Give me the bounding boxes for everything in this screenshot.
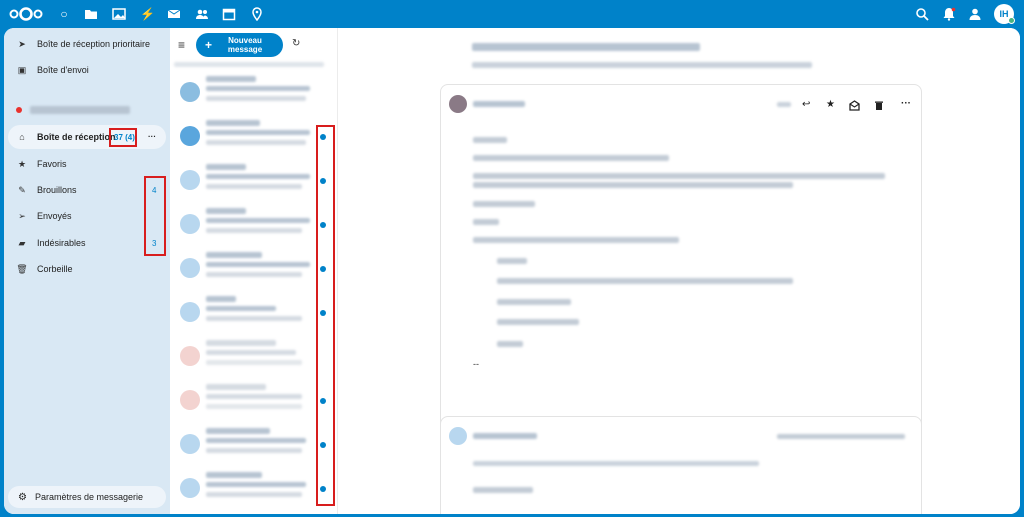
message-row[interactable] xyxy=(170,466,332,510)
message-row[interactable] xyxy=(170,290,332,334)
message-thread-card xyxy=(440,416,922,514)
sender-avatar xyxy=(180,126,200,146)
dashboard-icon[interactable]: ○ xyxy=(57,7,71,21)
highlight-box-folder-counts xyxy=(144,176,166,256)
signature-separator: -- xyxy=(473,359,479,369)
delete-icon[interactable] xyxy=(874,100,884,111)
message-thread-card: ↩ ★ ··· -- xyxy=(440,84,922,434)
highlight-box-inbox-count xyxy=(109,128,137,147)
message-row[interactable] xyxy=(170,70,332,114)
nav-item-favorites[interactable]: ★ Favoris xyxy=(8,152,166,176)
nav-item-label: Brouillons xyxy=(37,185,77,195)
notifications-bell-icon[interactable] xyxy=(942,7,956,21)
nav-item-inbox[interactable]: ⌂ Boîte de réception xyxy=(8,125,166,149)
nav-item-junk[interactable]: ▰ Indésirables xyxy=(8,231,166,255)
plus-icon: + xyxy=(205,38,213,52)
nav-item-label: Boîte d'envoi xyxy=(37,65,89,75)
highlight-box-unread-dots xyxy=(316,125,335,506)
star-icon: ★ xyxy=(17,158,27,169)
calendar-icon[interactable] xyxy=(222,7,236,21)
mark-unread-icon[interactable] xyxy=(849,100,860,111)
message-actions-blurred xyxy=(777,434,905,439)
sender-avatar xyxy=(180,170,200,190)
message-row[interactable] xyxy=(170,422,332,466)
hamburger-menu-icon[interactable]: ≡ xyxy=(178,38,185,52)
sender-avatar xyxy=(180,258,200,278)
nav-item-label: Corbeille xyxy=(37,264,73,274)
online-status-indicator xyxy=(1008,17,1015,24)
sender-name-blurred xyxy=(473,101,525,107)
home-icon: ⌂ xyxy=(19,132,25,142)
mail-navigation: ➤ Boîte de réception prioritaire ▣ Boîte… xyxy=(4,28,170,514)
account-color-dot xyxy=(16,107,22,113)
folder-icon: ▰ xyxy=(18,237,26,248)
top-bar: ○ ⚡ IH xyxy=(0,0,1024,28)
message-row[interactable] xyxy=(170,246,332,290)
more-actions-icon[interactable]: ··· xyxy=(901,98,911,109)
nav-item-label: Boîte de réception xyxy=(37,132,116,142)
sender-avatar xyxy=(180,302,200,322)
photos-icon[interactable] xyxy=(112,7,126,21)
sender-avatar xyxy=(180,214,200,234)
message-row[interactable] xyxy=(170,334,332,378)
sender-avatar xyxy=(180,434,200,454)
account-email-blurred[interactable] xyxy=(30,106,130,114)
sender-avatar xyxy=(449,427,467,445)
send-icon: ➢ xyxy=(18,210,26,221)
sender-avatar xyxy=(180,346,200,366)
contacts-menu-icon[interactable] xyxy=(968,7,982,21)
pencil-icon: ✎ xyxy=(18,184,26,195)
trash-icon: 🗑 xyxy=(16,263,28,274)
nav-item-label: Favoris xyxy=(37,159,67,169)
mail-settings-button[interactable]: ⚙ Paramètres de messagerie xyxy=(8,486,166,508)
sender-avatar xyxy=(180,390,200,410)
sender-name-blurred xyxy=(473,433,537,439)
message-list-pane: ≡ + Nouveau message ↻ xyxy=(170,28,338,514)
nav-item-label: Envoyés xyxy=(37,211,72,221)
message-tags-blurred xyxy=(472,62,812,68)
maps-icon[interactable] xyxy=(250,7,264,21)
gear-icon: ⚙ xyxy=(18,491,27,503)
star-icon[interactable]: ★ xyxy=(826,99,835,110)
nav-item-sent[interactable]: ➢ Envoyés xyxy=(8,204,166,228)
nav-item-label: Boîte de réception prioritaire xyxy=(37,39,151,49)
message-row[interactable] xyxy=(170,202,332,246)
activity-icon[interactable]: ⚡ xyxy=(140,7,155,21)
list-header-blurred xyxy=(174,62,324,67)
files-icon[interactable] xyxy=(84,7,98,21)
inbox-more-actions-button[interactable]: ··· xyxy=(148,132,156,141)
message-subject-blurred xyxy=(472,43,700,51)
sender-avatar xyxy=(449,95,467,113)
mail-icon[interactable] xyxy=(167,7,181,21)
reply-all-icon[interactable]: ↩ xyxy=(802,99,810,110)
message-row[interactable] xyxy=(170,114,332,158)
settings-label: Paramètres de messagerie xyxy=(34,492,144,502)
nav-item-outbox[interactable]: ▣ Boîte d'envoi xyxy=(8,58,166,82)
new-message-label: Nouveau message xyxy=(227,36,263,54)
message-row[interactable] xyxy=(170,378,332,422)
sender-avatar xyxy=(180,478,200,498)
nextcloud-logo-icon[interactable] xyxy=(8,6,44,22)
outbox-icon: ▣ xyxy=(17,64,27,75)
message-reading-pane: ↩ ★ ··· -- xyxy=(338,28,1020,514)
refresh-icon[interactable]: ↻ xyxy=(292,38,300,49)
nav-item-priority-inbox[interactable]: ➤ Boîte de réception prioritaire xyxy=(8,32,166,56)
search-icon[interactable] xyxy=(915,7,929,21)
priority-inbox-icon: ➤ xyxy=(18,38,26,49)
nav-item-drafts[interactable]: ✎ Brouillons xyxy=(8,178,166,202)
new-message-button[interactable]: + Nouveau message xyxy=(196,33,283,57)
mail-app: ➤ Boîte de réception prioritaire ▣ Boîte… xyxy=(4,28,1020,514)
contacts-icon[interactable] xyxy=(195,7,209,21)
nav-item-trash[interactable]: 🗑 Corbeille xyxy=(8,257,166,281)
nav-item-label: Indésirables xyxy=(37,238,86,248)
sender-avatar xyxy=(180,82,200,102)
message-row[interactable] xyxy=(170,158,332,202)
